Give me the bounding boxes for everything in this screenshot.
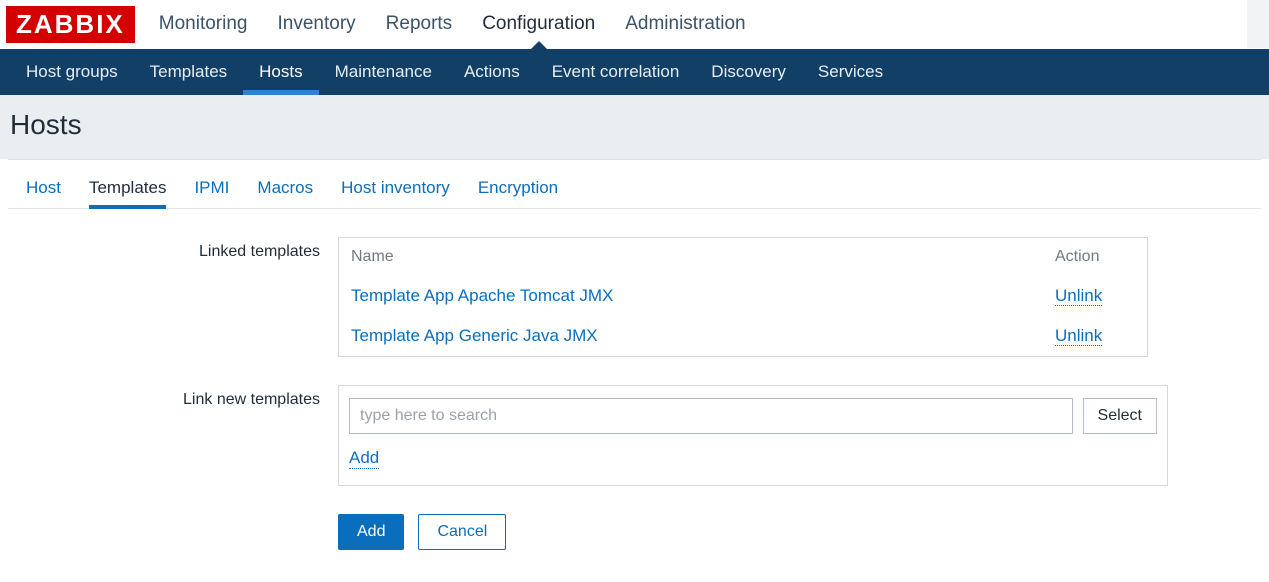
linked-template-row: Template App Generic Java JMX Unlink <box>339 316 1147 356</box>
subnav-host-groups[interactable]: Host groups <box>10 49 134 95</box>
add-template-link[interactable]: Add <box>349 448 379 469</box>
panel: Host Templates IPMI Macros Host inventor… <box>8 159 1261 582</box>
topnav-reports[interactable]: Reports <box>386 0 453 48</box>
subnav-actions[interactable]: Actions <box>448 49 536 95</box>
linked-templates-head: Name Action <box>339 238 1147 276</box>
unlink-link[interactable]: Unlink <box>1055 286 1102 306</box>
page-head: Hosts <box>0 95 1269 159</box>
subnav: Host groups Templates Hosts Maintenance … <box>0 49 1269 95</box>
col-head-action: Action <box>1055 248 1135 266</box>
tab-encryption[interactable]: Encryption <box>478 170 558 208</box>
cancel-button[interactable]: Cancel <box>418 514 506 550</box>
subnav-templates[interactable]: Templates <box>134 49 243 95</box>
link-new-templates-box: Select Add <box>338 385 1168 486</box>
tab-templates[interactable]: Templates <box>89 170 166 208</box>
subnav-hosts[interactable]: Hosts <box>243 49 318 95</box>
subnav-event-correlation[interactable]: Event correlation <box>536 49 696 95</box>
topnav-administration[interactable]: Administration <box>625 0 745 48</box>
template-search-input[interactable] <box>349 398 1073 434</box>
subnav-discovery[interactable]: Discovery <box>695 49 802 95</box>
topbar: ZABBIX Monitoring Inventory Reports Conf… <box>0 0 1269 49</box>
linked-template-row: Template App Apache Tomcat JMX Unlink <box>339 276 1147 316</box>
label-linked-templates: Linked templates <box>20 237 338 261</box>
topnav-monitoring[interactable]: Monitoring <box>159 0 248 48</box>
linked-templates-box: Name Action Template App Apache Tomcat J… <box>338 237 1148 357</box>
col-head-name: Name <box>351 248 1055 266</box>
topnav: Monitoring Inventory Reports Configurati… <box>159 0 746 48</box>
row-linked-templates: Linked templates Name Action Template Ap… <box>20 237 1249 357</box>
linked-template-name[interactable]: Template App Generic Java JMX <box>351 326 598 345</box>
search-row: Select <box>349 398 1157 434</box>
subnav-maintenance[interactable]: Maintenance <box>319 49 448 95</box>
add-button[interactable]: Add <box>338 514 404 550</box>
unlink-link[interactable]: Unlink <box>1055 326 1102 346</box>
logo: ZABBIX <box>6 6 135 43</box>
select-button[interactable]: Select <box>1083 398 1157 434</box>
subnav-services[interactable]: Services <box>802 49 899 95</box>
linked-template-name[interactable]: Template App Apache Tomcat JMX <box>351 286 613 305</box>
page-title: Hosts <box>10 109 1259 141</box>
button-row: Add Cancel <box>338 514 1249 550</box>
tab-host[interactable]: Host <box>26 170 61 208</box>
tab-ipmi[interactable]: IPMI <box>194 170 229 208</box>
topnav-inventory[interactable]: Inventory <box>278 0 356 48</box>
row-link-new-templates: Link new templates Select Add <box>20 385 1249 486</box>
topnav-configuration[interactable]: Configuration <box>482 0 595 48</box>
topbar-right-box <box>1247 0 1269 48</box>
label-link-new-templates: Link new templates <box>20 385 338 409</box>
inner-tabs: Host Templates IPMI Macros Host inventor… <box>8 160 1261 209</box>
form-body: Linked templates Name Action Template Ap… <box>8 209 1261 582</box>
tab-host-inventory[interactable]: Host inventory <box>341 170 450 208</box>
tab-macros[interactable]: Macros <box>257 170 313 208</box>
